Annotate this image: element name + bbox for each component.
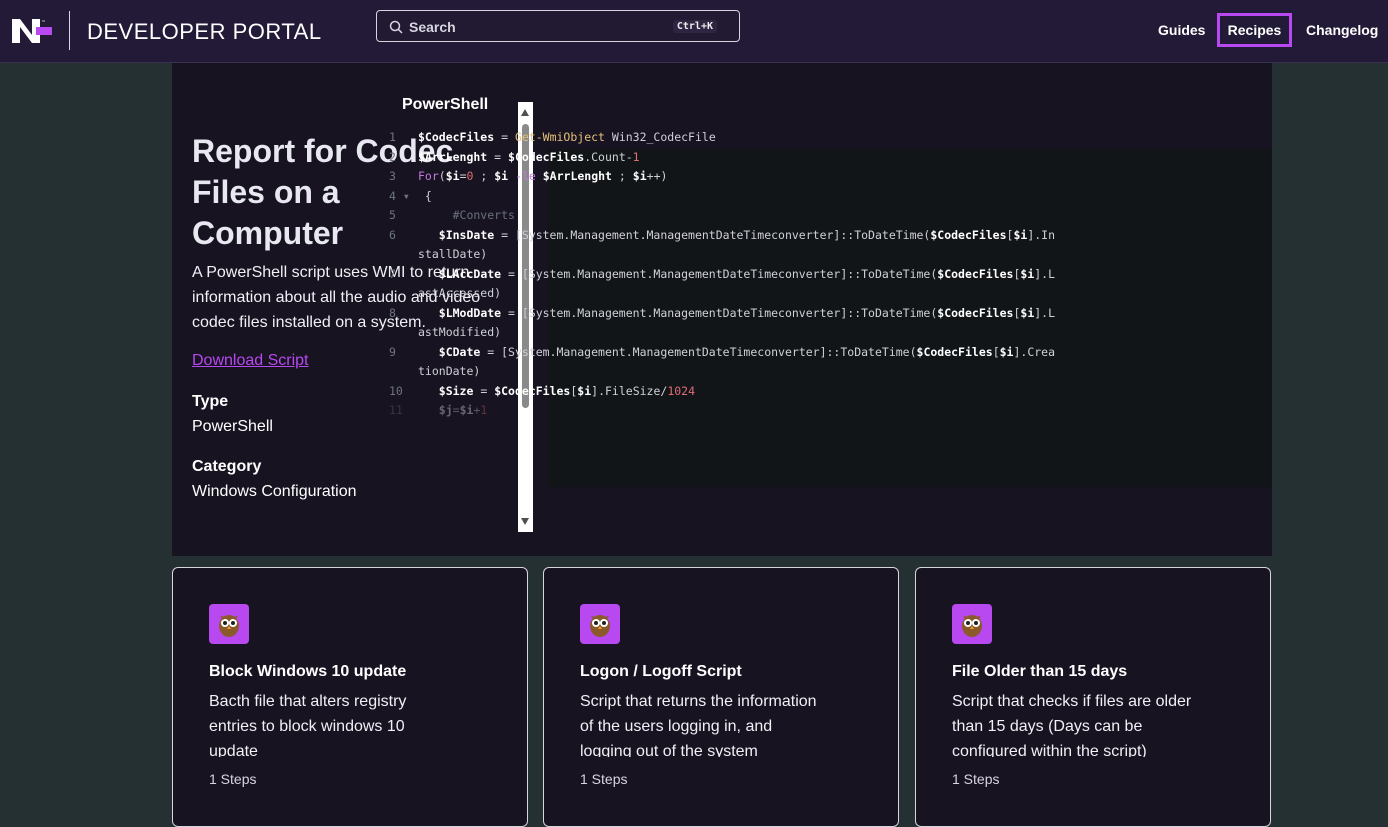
code-text: tionDate) [418,364,481,378]
line-number: 7 [389,266,396,281]
top-navigation-bar: ™ DEVELOPER PORTAL Search Ctrl+K Guides … [0,0,1388,63]
card-steps: 1 Steps [952,771,1000,787]
scroll-up-arrow-icon[interactable] [521,109,529,116]
line-number [389,245,418,265]
download-script-link[interactable]: Download Script [192,352,309,370]
code-text: $LModDate = [System.Management.Managemen… [438,305,1056,320]
line-number [389,323,418,343]
line-number: 3 [389,169,396,183]
search-shortcut-badge: Ctrl+K [672,20,717,33]
code-line: astAccessed) [389,284,1100,304]
code-text: #Converts [418,208,515,222]
nav-changelog-link[interactable]: Changelog [1306,22,1378,38]
code-line: 6 $InsDate = [System.Management.Manageme… [389,226,1100,246]
code-listing: 1 $CodecFiles = Get-WmiObject Win32_Codec… [389,128,1100,421]
code-line: 4 ▾ { [389,187,1100,207]
nav-recipes-link[interactable]: Recipes [1217,13,1292,47]
nav-guides-link[interactable]: Guides [1158,22,1205,38]
code-text: { [418,188,432,203]
code-text: astAccessed) [418,286,502,300]
code-text: $Size = $CodecFiles[$i].FileSize/1024 [438,383,696,398]
code-text: For($i=0 ; $i -le $ArrLenght ; $i++) [418,169,668,183]
line-number [389,284,418,304]
code-line: 3 For($i=0 ; $i -le $ArrLenght ; $i++) [389,167,1100,187]
category-value: Windows Configuration [192,483,357,500]
code-line: 9 $CDate = [System.Management.Management… [389,343,1100,363]
code-text: $LAccDate = [System.Management.Managemen… [438,266,1056,281]
line-number: 2 [389,149,396,164]
line-number: 5 [389,208,396,222]
owl-icon [952,604,992,644]
scroll-down-arrow-icon[interactable] [521,518,529,525]
code-line: astModified) [389,323,1100,343]
code-line: 8 $LModDate = [System.Management.Managem… [389,304,1100,324]
brand-divider [69,11,70,50]
svg-text:™: ™ [41,20,46,26]
code-line: stallDate) [389,245,1100,265]
search-input[interactable]: Search Ctrl+K [376,10,740,42]
code-text: $InsDate = [System.Management.Management… [438,227,1056,242]
code-language-label: PowerShell [402,96,489,113]
code-text: $j=$i+1 [438,403,488,417]
card-title: File Older than 15 days [952,663,1128,680]
code-line: tionDate) [389,362,1100,382]
brand-logo-icon[interactable]: ™ [12,15,54,47]
recipe-card[interactable]: File Older than 15 days Script that chec… [915,567,1271,827]
card-description: Script that checks if files are older th… [952,693,1192,757]
recipe-card[interactable]: Block Windows 10 update Bacth file that … [172,567,528,827]
recipe-card[interactable]: Logon / Logoff Script Script that return… [543,567,899,827]
card-steps: 1 Steps [209,771,257,787]
code-text: stallDate) [418,247,488,261]
card-title: Block Windows 10 update [209,663,407,680]
card-title: Logon / Logoff Script [580,663,742,680]
code-line: 1 $CodecFiles = Get-WmiObject Win32_Codec… [389,128,1100,148]
search-icon [389,20,403,34]
code-text: $ArrLenght = $CodecFiles.Count-1 [418,149,640,164]
line-number: 6 [389,227,396,242]
code-text: $CodecFiles = Get-WmiObject Win32_CodecF… [418,130,716,144]
line-number: 1 [389,130,396,144]
line-number: 11 [389,403,403,417]
card-steps: 1 Steps [580,771,628,787]
line-number: 9 [389,344,396,359]
type-value: PowerShell [192,418,273,435]
card-description: Bacth file that alters registry entries … [209,693,407,757]
line-number: 8 [389,305,396,320]
code-line: 5 #Converts [389,206,1100,226]
owl-icon [580,604,620,644]
code-text: astModified) [418,325,502,339]
brand-title[interactable]: DEVELOPER PORTAL [87,19,322,45]
search-placeholder: Search [409,19,456,35]
code-line: 11 $j=$i+1 [389,401,1100,421]
code-text: $CDate = [System.Management.ManagementDa… [438,344,1056,359]
line-number [389,362,418,382]
type-label: Type [192,393,229,410]
category-label: Category [192,458,262,475]
line-number: 10 [389,383,403,398]
code-line: 2 $ArrLenght = $CodecFiles.Count-1 [389,148,1100,168]
card-description: Script that returns the information of t… [580,693,817,757]
code-line: 10 $Size = $CodecFiles[$i].FileSize/1024 [389,382,1100,402]
line-number[interactable]: 4 ▾ [389,187,418,207]
owl-icon [209,604,249,644]
code-line: 7 $LAccDate = [System.Management.Managem… [389,265,1100,285]
